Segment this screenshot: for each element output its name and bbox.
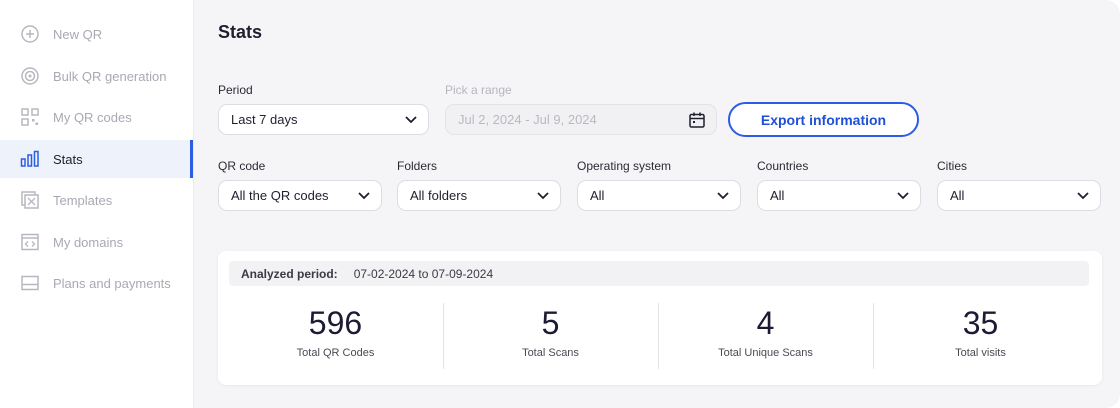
qr-grid-icon (20, 107, 40, 127)
cities-label: Cities (937, 159, 968, 173)
cities-value: All (950, 188, 965, 203)
code-window-icon (20, 232, 40, 252)
sidebar-item-label: My QR codes (53, 109, 132, 125)
target-icon (20, 66, 40, 86)
qr-code-select[interactable]: All the QR codes (218, 180, 382, 211)
chevron-down-icon (357, 189, 371, 203)
cities-select[interactable]: All (937, 180, 1101, 211)
os-select[interactable]: All (577, 180, 741, 211)
app-frame: New QR Bulk QR generation My QR codes St… (0, 0, 1120, 408)
sidebar-item-label: Templates (53, 192, 113, 208)
stat-value: 35 (962, 305, 999, 341)
qr-code-value: All the QR codes (231, 188, 329, 203)
range-label: Pick a range (445, 83, 512, 97)
sidebar-item-my-qr-codes[interactable]: My QR codes (0, 98, 193, 136)
os-label: Operating system (577, 159, 672, 173)
folders-select[interactable]: All folders (397, 180, 561, 211)
sidebar-item-stats[interactable]: Stats (0, 140, 193, 178)
sidebar-item-bulk-qr[interactable]: Bulk QR generation (0, 57, 193, 95)
stat-value: 596 (308, 305, 363, 341)
page-title: Stats (218, 22, 263, 42)
range-picker[interactable]: Jul 2, 2024 - Jul 9, 2024 (445, 104, 717, 135)
countries-label: Countries (757, 159, 809, 173)
qr-code-label: QR code (218, 159, 266, 173)
range-value: Jul 2, 2024 - Jul 9, 2024 (458, 112, 597, 127)
folders-label: Folders (397, 159, 438, 173)
stat-total-scans: 5 Total Scans (443, 303, 658, 371)
plus-circle-icon (20, 24, 40, 44)
stat-value: 4 (756, 305, 775, 341)
chevron-down-icon (896, 189, 910, 203)
sidebar-item-label: New QR (53, 26, 103, 42)
sidebar-item-label: Bulk QR generation (53, 68, 167, 84)
stats-summary-card: Analyzed period: 07-02-2024 to 07-09-202… (218, 251, 1102, 385)
sidebar-item-label: Plans and payments (53, 275, 171, 291)
stat-value: 5 (541, 305, 560, 341)
period-label: Period (218, 83, 253, 97)
sidebar-item-label: My domains (53, 234, 124, 250)
countries-value: All (770, 188, 785, 203)
template-icon (20, 190, 40, 210)
export-information-button[interactable]: Export information (728, 102, 919, 137)
sidebar-item-my-domains[interactable]: My domains (0, 223, 193, 261)
calendar-icon[interactable] (688, 111, 706, 129)
stat-label: Total Scans (522, 347, 579, 359)
chevron-down-icon (404, 113, 418, 127)
analyzed-period-bar: Analyzed period: 07-02-2024 to 07-09-202… (229, 261, 1089, 286)
chevron-down-icon (716, 189, 730, 203)
stat-total-unique-scans: 4 Total Unique Scans (658, 303, 873, 371)
stat-total-qr-codes: 596 Total QR Codes (228, 303, 443, 371)
sidebar: New QR Bulk QR generation My QR codes St… (0, 0, 194, 408)
sidebar-item-plans-payments[interactable]: Plans and payments (0, 264, 193, 302)
analyzed-period-label: Analyzed period: (241, 266, 338, 281)
chevron-down-icon (536, 189, 550, 203)
folders-value: All folders (410, 188, 468, 203)
bar-chart-icon (20, 149, 40, 169)
stat-label: Total QR Codes (296, 347, 375, 359)
sidebar-item-label: Stats (53, 151, 83, 167)
stat-label: Total visits (955, 347, 1006, 359)
card-icon (20, 273, 40, 293)
stat-total-visits: 35 Total visits (873, 303, 1088, 371)
sidebar-item-templates[interactable]: Templates (0, 181, 193, 219)
period-select[interactable]: Last 7 days (218, 104, 429, 135)
period-value: Last 7 days (231, 112, 298, 127)
stat-label: Total Unique Scans (718, 347, 813, 359)
os-value: All (590, 188, 605, 203)
sidebar-item-new-qr[interactable]: New QR (0, 15, 193, 53)
countries-select[interactable]: All (757, 180, 921, 211)
analyzed-period-value: 07-02-2024 to 07-09-2024 (353, 266, 494, 281)
chevron-down-icon (1076, 189, 1090, 203)
